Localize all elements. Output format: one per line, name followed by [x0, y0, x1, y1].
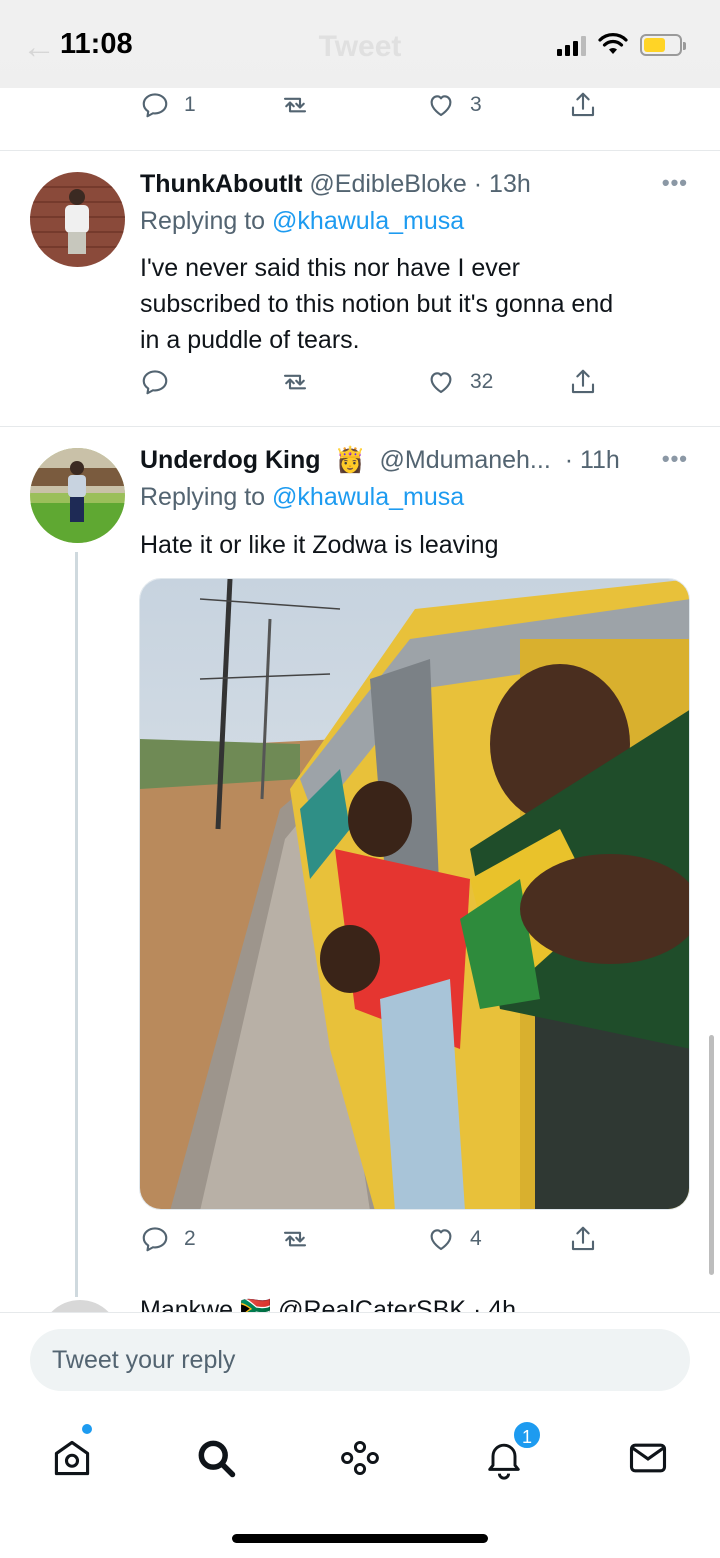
replying-to: Replying to @khawula_musa: [140, 207, 464, 236]
share-icon: [571, 369, 595, 394]
tweet-text: Hate it or like it Zodwa is leaving: [140, 531, 499, 559]
mention-link[interactable]: @khawula_musa: [272, 483, 464, 511]
replying-label: Replying to: [140, 207, 273, 235]
like-button[interactable]: 4: [426, 1224, 482, 1254]
search-icon: [198, 1440, 236, 1478]
reply-count: 1: [184, 93, 196, 116]
heart-icon: [430, 372, 452, 394]
mail-icon: [629, 1443, 667, 1473]
share-button[interactable]: [568, 90, 598, 120]
reply-composer: [0, 1312, 720, 1408]
like-button[interactable]: 32: [426, 367, 493, 397]
reply-count: 2: [184, 1227, 196, 1250]
crown-emoji-icon: 👸: [334, 446, 366, 474]
retweet-button[interactable]: [280, 90, 324, 120]
handle[interactable]: @Mdumaneh...: [379, 446, 550, 475]
tweet-header: ThunkAboutIt @EdibleBloke · 13h: [140, 170, 531, 199]
notification-badge: 1: [512, 1420, 542, 1450]
replying-label: Replying to: [140, 483, 273, 511]
scrollbar[interactable]: [709, 1035, 714, 1275]
status-bar: ← Tweet 11:08: [0, 0, 720, 88]
reply-button[interactable]: 2: [140, 1224, 196, 1254]
reply-button[interactable]: [140, 367, 184, 397]
like-count: 32: [470, 370, 494, 393]
thread-connector-line: [75, 552, 78, 1297]
reply-icon: [142, 370, 168, 395]
tweet-time: · 11h: [564, 446, 620, 474]
tweet-text-line: I've never said this nor have I ever: [140, 254, 520, 282]
replying-to: Replying to @khawula_musa: [140, 483, 464, 512]
retweet-button[interactable]: [280, 1224, 324, 1254]
tweet-text: I've never said this nor have I ever sub…: [140, 250, 700, 358]
tab-spaces[interactable]: [330, 1428, 390, 1488]
retweet-icon: [283, 1231, 307, 1247]
retweet-button[interactable]: [280, 367, 324, 397]
display-name[interactable]: Underdog King: [140, 446, 321, 475]
tweet-text-line: in a puddle of tears.: [140, 326, 360, 354]
reply-icon: [142, 1227, 168, 1252]
tweet-actions: 2 4: [140, 1224, 620, 1264]
battery-icon: [640, 34, 686, 56]
status-time: 11:08: [60, 28, 133, 60]
share-icon: [571, 92, 595, 117]
share-button[interactable]: [568, 367, 598, 397]
tweet-photo[interactable]: [139, 578, 690, 1210]
spaces-icon: [341, 1440, 379, 1476]
tweet-reply-input[interactable]: [30, 1329, 690, 1391]
more-options-icon[interactable]: •••: [662, 170, 688, 196]
like-button[interactable]: 3: [426, 90, 482, 120]
next-tweet-header[interactable]: Mankwe 🇿🇦 @RealCaterSBK · 4h: [140, 1296, 516, 1312]
avatar[interactable]: [30, 172, 125, 267]
handle[interactable]: @EdibleBloke: [309, 170, 466, 199]
tab-search[interactable]: [186, 1428, 246, 1488]
cellular-signal-icon: [557, 36, 586, 56]
avatar[interactable]: [30, 448, 125, 543]
top-tweet-actions: 1 3: [140, 90, 620, 130]
tweet-header: Underdog King 👸 @Mdumaneh... · 11h: [140, 446, 620, 475]
like-count: 3: [470, 93, 482, 116]
home-unread-dot: [82, 1424, 92, 1434]
tweet-text-line: subscribed to this notion but it's gonna…: [140, 290, 614, 318]
mention-link[interactable]: @khawula_musa: [272, 207, 464, 235]
retweet-icon: [283, 374, 307, 390]
share-icon: [571, 1226, 595, 1251]
home-indicator: [232, 1534, 488, 1543]
tab-home[interactable]: [42, 1428, 102, 1488]
reply-icon: [142, 93, 168, 118]
display-name[interactable]: ThunkAboutIt: [140, 170, 302, 199]
reply-button[interactable]: 1: [140, 90, 196, 120]
heart-icon: [430, 1229, 452, 1251]
heart-icon: [430, 95, 452, 117]
reply-tweet[interactable]: ThunkAboutIt @EdibleBloke · 13h ••• Repl…: [0, 150, 720, 426]
home-icon: [54, 1440, 90, 1476]
bottom-tab-bar: 1: [0, 1408, 720, 1558]
more-options-icon[interactable]: •••: [662, 446, 688, 472]
tweet-actions: 32: [140, 367, 620, 407]
retweet-icon: [283, 97, 307, 113]
like-count: 4: [470, 1227, 482, 1250]
tweet-time: · 13h: [473, 170, 531, 198]
tab-messages[interactable]: [618, 1428, 678, 1488]
share-button[interactable]: [568, 1224, 598, 1254]
wifi-icon: [598, 33, 628, 54]
